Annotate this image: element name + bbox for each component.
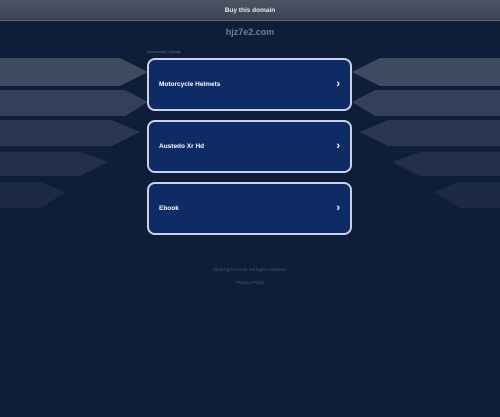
privacy-policy-link[interactable]: Privacy Policy: [0, 280, 500, 285]
link-card-label: Austedo Xr Hd: [159, 143, 205, 150]
link-card-label: Ebook: [159, 205, 179, 212]
chevron-right-icon: ›: [336, 202, 340, 214]
link-card-austedo-xr-hd[interactable]: Austedo Xr Hd ›: [147, 120, 352, 173]
chevron-right-icon: ›: [336, 78, 340, 90]
site-domain-title: hjz7e2.com: [225, 27, 275, 37]
link-card-label: Motorcycle Helmets: [159, 81, 221, 88]
link-card-motorcycle-helmets[interactable]: Motorcycle Helmets ›: [147, 58, 352, 111]
right-wing-graphic: [352, 58, 500, 208]
link-card-ebook[interactable]: Ebook ›: [147, 182, 352, 235]
chevron-right-icon: ›: [336, 140, 340, 152]
sponsored-label: Sponsored Listings: [147, 49, 182, 54]
left-wing-graphic: [0, 58, 148, 208]
top-banner: Buy this domain: [0, 0, 500, 21]
copyright-text: 2025 hjz7e2.com. All rights reserved.: [213, 267, 287, 272]
buy-domain-link[interactable]: Buy this domain: [225, 7, 276, 14]
